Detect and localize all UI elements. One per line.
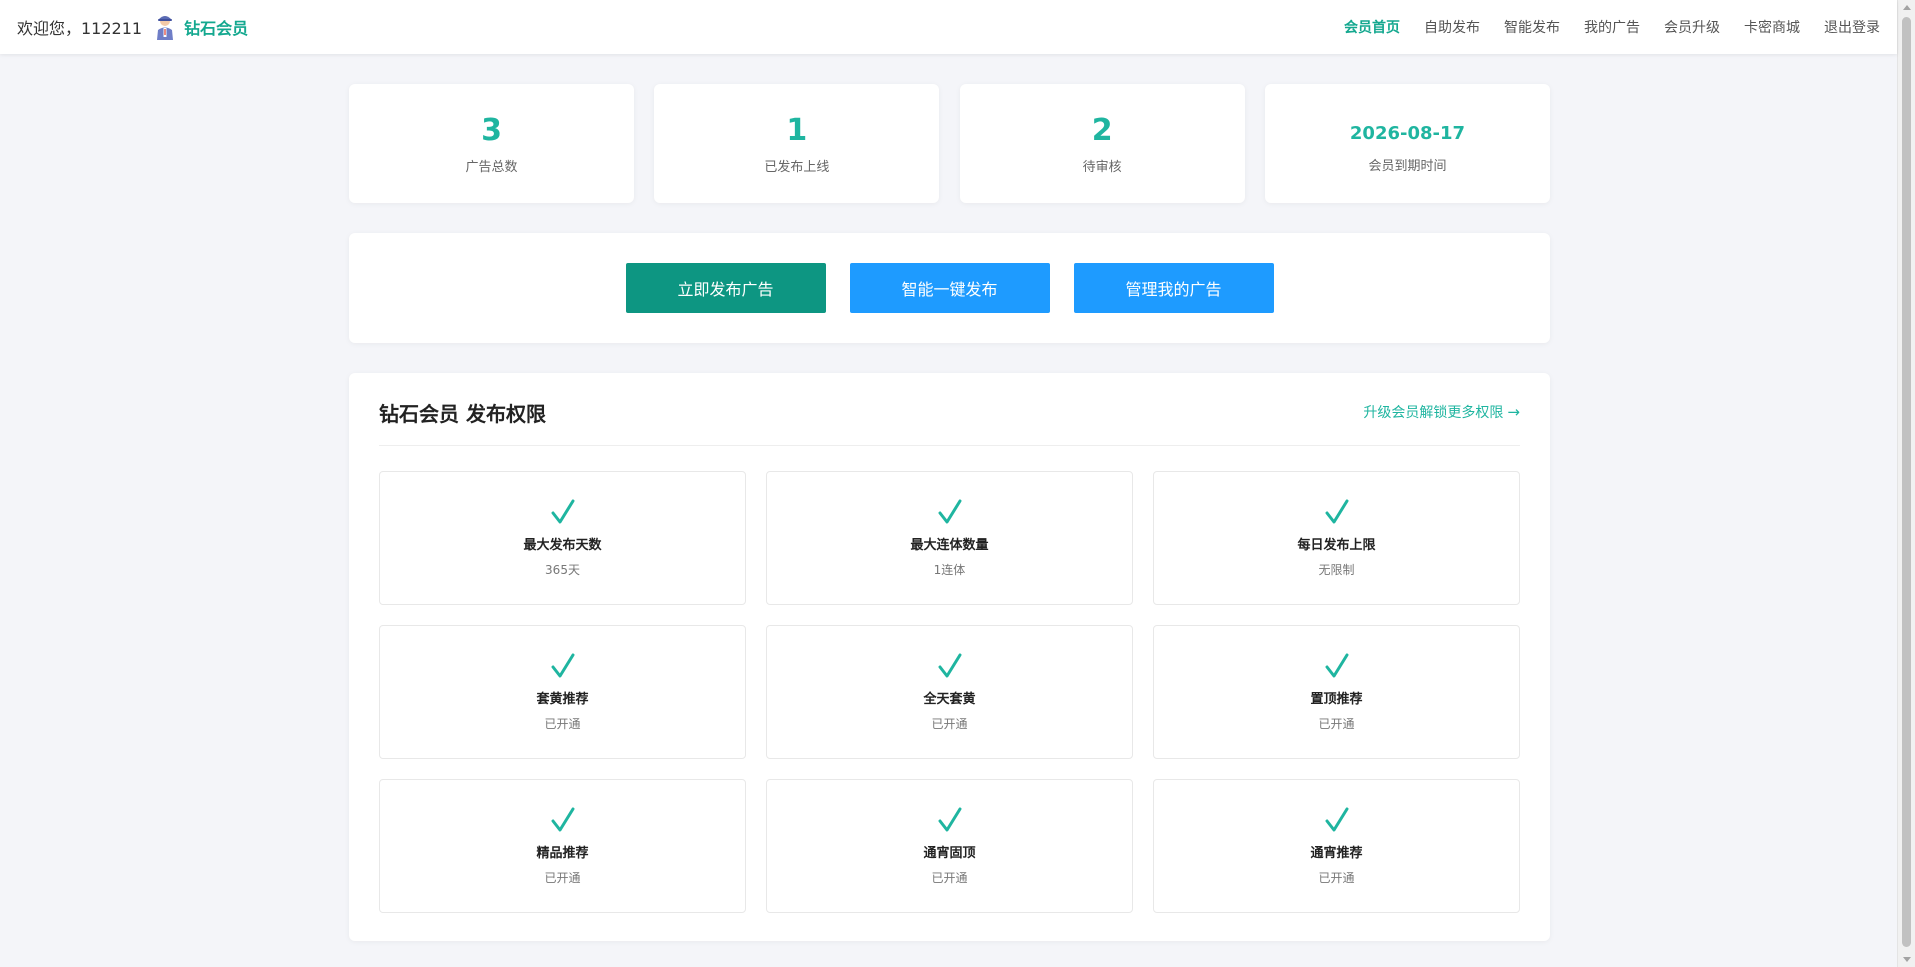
scroll-thumb[interactable]: [1902, 17, 1911, 947]
permission-name: 精品推荐: [536, 846, 589, 861]
nav-member-home[interactable]: 会员首页: [1344, 17, 1400, 37]
permission-name: 最大连体数量: [910, 538, 989, 553]
stat-label: 待审核: [1082, 160, 1122, 175]
upgrade-link[interactable]: 升级会员解锁更多权限 →: [1363, 402, 1520, 422]
stat-value: 3: [481, 113, 502, 148]
stat-value: 1: [786, 113, 808, 148]
permissions-header: 钻石会员 发布权限 升级会员解锁更多权限 →: [379, 373, 1520, 446]
quick-actions: 立即发布广告 智能一键发布 管理我的广告: [349, 233, 1550, 343]
permission-item: 最大连体数量 1连体: [766, 471, 1133, 605]
stat-card-total-ads: 3 广告总数: [349, 84, 634, 203]
check-icon: [551, 653, 574, 678]
permissions-grid: 最大发布天数 365天 最大连体数量 1连体 每日发布上限 无限制 套黄推荐 已开通 全天套黄已…: [379, 471, 1520, 913]
check-icon: [1325, 653, 1348, 678]
smart-publish-button[interactable]: 智能一键发布: [849, 263, 1050, 313]
permissions-panel: 钻石会员 发布权限 升级会员解锁更多权限 → 最大发布天数 365天 最大连体数量 1连…: [349, 373, 1550, 941]
member-avatar-icon: [157, 16, 174, 40]
nav-logout[interactable]: 退出登录: [1824, 17, 1880, 37]
stat-label: 广告总数: [465, 160, 518, 175]
nav-card-shop[interactable]: 卡密商城: [1744, 17, 1800, 37]
permission-item: 通宵固顶 已开通: [766, 779, 1133, 913]
stat-value: 2: [1091, 113, 1113, 148]
permission-value: 已开通: [544, 871, 581, 885]
nav-self-publish[interactable]: 自助发布: [1424, 17, 1480, 37]
permission-name: 全天套黄: [923, 692, 976, 707]
permission-value: 1连体: [933, 563, 966, 577]
check-icon: [551, 499, 574, 524]
stat-card-pending: 2 待审核: [959, 84, 1245, 203]
member-level: 钻石会员: [184, 19, 249, 38]
stat-card-published: 1 已发布上线: [654, 84, 940, 203]
permission-item: 精品推荐 已开通: [379, 779, 746, 913]
publish-now-button[interactable]: 立即发布广告: [625, 263, 826, 313]
stats-row: 3 广告总数 1 已发布上线 2 待审核 2026-08-17 会员到期时间: [349, 84, 1550, 203]
check-icon: [938, 807, 961, 832]
stat-label: 已发布上线: [764, 160, 830, 175]
permission-name: 通宵推荐: [1310, 846, 1363, 861]
check-icon: [938, 499, 961, 524]
stat-card-expiry: 2026-08-17 会员到期时间: [1264, 84, 1550, 203]
permission-value: 已开通: [1318, 717, 1355, 731]
nav-smart-publish[interactable]: 智能发布: [1504, 17, 1560, 37]
manage-ads-button[interactable]: 管理我的广告: [1073, 263, 1274, 313]
top-header: 欢迎您，112211 钻石会员 会员首页 自助发布 智能发布 我的广告 会员升级…: [0, 0, 1897, 54]
stat-value-date: 2026-08-17: [1349, 123, 1466, 144]
page-scrollbar[interactable]: [1897, 0, 1915, 967]
stat-label: 会员到期时间: [1368, 159, 1447, 174]
permission-value: 已开通: [931, 871, 968, 885]
permission-name: 每日发布上限: [1297, 538, 1376, 553]
permission-item: 套黄推荐 已开通: [379, 625, 746, 759]
permission-name: 套黄推荐: [536, 692, 589, 707]
upgrade-link-text: 升级会员解锁更多权限: [1363, 405, 1504, 421]
permission-item: 全天套黄 已开通: [766, 625, 1133, 759]
scroll-up-arrow-icon[interactable]: [1903, 5, 1911, 10]
permission-item: 每日发布上限 无限制: [1153, 471, 1520, 605]
main-nav: 会员首页 自助发布 智能发布 我的广告 会员升级 卡密商城 退出登录: [1320, 17, 1880, 37]
permissions-title: 钻石会员 发布权限: [379, 401, 546, 426]
check-icon: [1325, 499, 1348, 524]
main-content: 3 广告总数 1 已发布上线 2 待审核 2026-08-17 会员到期时间 立…: [349, 84, 1550, 941]
permission-name: 通宵固顶: [923, 846, 976, 861]
permission-value: 无限制: [1318, 563, 1355, 577]
nav-member-upgrade[interactable]: 会员升级: [1664, 17, 1720, 37]
permission-name: 最大发布天数: [523, 538, 602, 553]
check-icon: [938, 653, 961, 678]
user-info: 欢迎您，112211 钻石会员: [17, 14, 248, 40]
permission-item: 最大发布天数 365天: [379, 471, 746, 605]
arrow-right-icon: →: [1507, 403, 1520, 421]
permission-value: 365天: [545, 563, 580, 577]
permission-item: 置顶推荐 已开通: [1153, 625, 1520, 759]
scroll-down-arrow-icon[interactable]: [1903, 957, 1911, 962]
nav-my-ads[interactable]: 我的广告: [1584, 17, 1640, 37]
welcome-text: 欢迎您，112211: [17, 19, 143, 38]
permission-value: 已开通: [1318, 871, 1355, 885]
permission-name: 置顶推荐: [1310, 692, 1363, 707]
permission-value: 已开通: [931, 717, 968, 731]
permission-item: 通宵推荐 已开通: [1153, 779, 1520, 913]
check-icon: [1325, 807, 1348, 832]
permission-value: 已开通: [544, 717, 581, 731]
check-icon: [551, 807, 574, 832]
